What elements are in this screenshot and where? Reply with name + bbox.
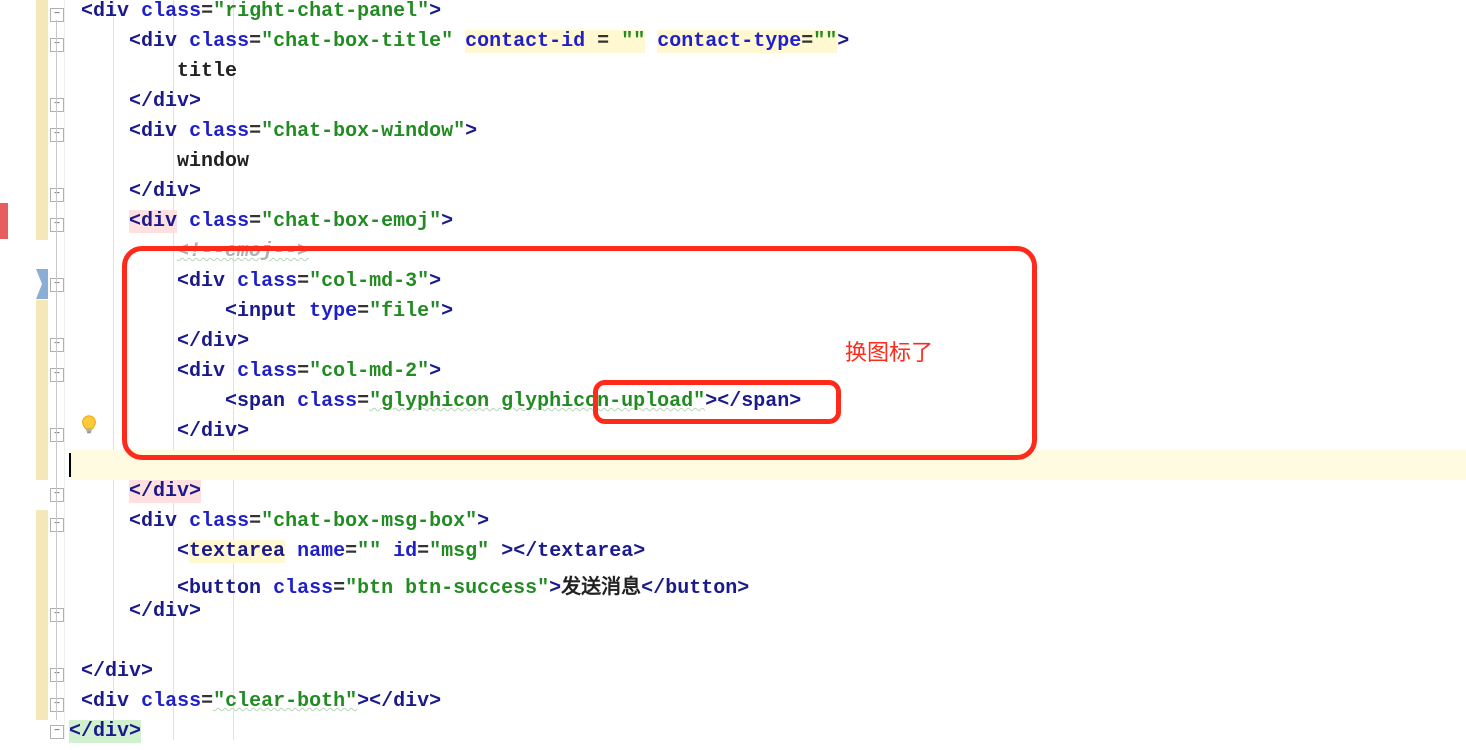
- code-line[interactable]: <button class="btn btn-success">发送消息</bu…: [69, 570, 1466, 600]
- code-line[interactable]: </div>: [69, 720, 1466, 750]
- code-line[interactable]: <span class="glyphicon glyphicon-upload"…: [69, 390, 1466, 420]
- code-line[interactable]: <textarea name="" id="msg" ></textarea>: [69, 540, 1466, 570]
- code-line-caret[interactable]: [69, 450, 1466, 480]
- code-area[interactable]: <div class="right-chat-panel"> <div clas…: [65, 0, 1466, 740]
- code-line[interactable]: </div>: [69, 90, 1466, 120]
- fold-handle[interactable]: −: [50, 368, 64, 382]
- gutter: − − − − − − − − − − − − − − − −: [0, 0, 65, 740]
- fold-handle[interactable]: −: [50, 608, 64, 622]
- code-line[interactable]: title: [69, 60, 1466, 90]
- editor-container: − − − − − − − − − − − − − − − − <div cla…: [0, 0, 1466, 740]
- fold-handle[interactable]: −: [50, 98, 64, 112]
- code-line[interactable]: </div>: [69, 660, 1466, 690]
- gutter-change-marker: [36, 510, 48, 720]
- code-line[interactable]: <div class="right-chat-panel">: [69, 0, 1466, 30]
- fold-handle[interactable]: −: [50, 338, 64, 352]
- code-line[interactable]: <div class="col-md-2">: [69, 360, 1466, 390]
- fold-handle[interactable]: −: [50, 188, 64, 202]
- code-line[interactable]: </div>: [69, 420, 1466, 450]
- code-line[interactable]: <div class="col-md-3">: [69, 270, 1466, 300]
- code-line[interactable]: </div>: [69, 330, 1466, 360]
- code-line[interactable]: <!--emoj-->: [69, 240, 1466, 270]
- fold-handle[interactable]: −: [50, 38, 64, 52]
- code-line[interactable]: <div class="chat-box-window">: [69, 120, 1466, 150]
- fold-handle[interactable]: −: [50, 8, 64, 22]
- fold-handle[interactable]: −: [50, 518, 64, 532]
- code-line[interactable]: <div class="chat-box-msg-box">: [69, 510, 1466, 540]
- fold-handle[interactable]: −: [50, 218, 64, 232]
- fold-handle[interactable]: −: [50, 278, 64, 292]
- gutter-error-marker: [0, 203, 8, 239]
- gutter-change-marker: [36, 300, 48, 480]
- fold-handle[interactable]: −: [50, 698, 64, 712]
- code-line[interactable]: <div class="chat-box-emoj">: [69, 210, 1466, 240]
- code-line[interactable]: </div>: [69, 600, 1466, 630]
- code-line[interactable]: </div>: [69, 480, 1466, 510]
- fold-handle[interactable]: −: [50, 428, 64, 442]
- code-line[interactable]: window: [69, 150, 1466, 180]
- gutter-change-marker: [36, 0, 48, 240]
- fold-handle[interactable]: −: [50, 128, 64, 142]
- code-line[interactable]: <div class="clear-both"></div>: [69, 690, 1466, 720]
- text-caret: [69, 453, 71, 477]
- code-line[interactable]: <input type="file">: [69, 300, 1466, 330]
- fold-handle[interactable]: −: [50, 488, 64, 502]
- gutter-caret-marker: [36, 269, 48, 299]
- fold-handle[interactable]: −: [50, 725, 64, 739]
- code-line[interactable]: [69, 630, 1466, 660]
- fold-tree-line: [56, 20, 57, 720]
- code-line[interactable]: <div class="chat-box-title" contact-id =…: [69, 30, 1466, 60]
- fold-handle[interactable]: −: [50, 668, 64, 682]
- code-line[interactable]: </div>: [69, 180, 1466, 210]
